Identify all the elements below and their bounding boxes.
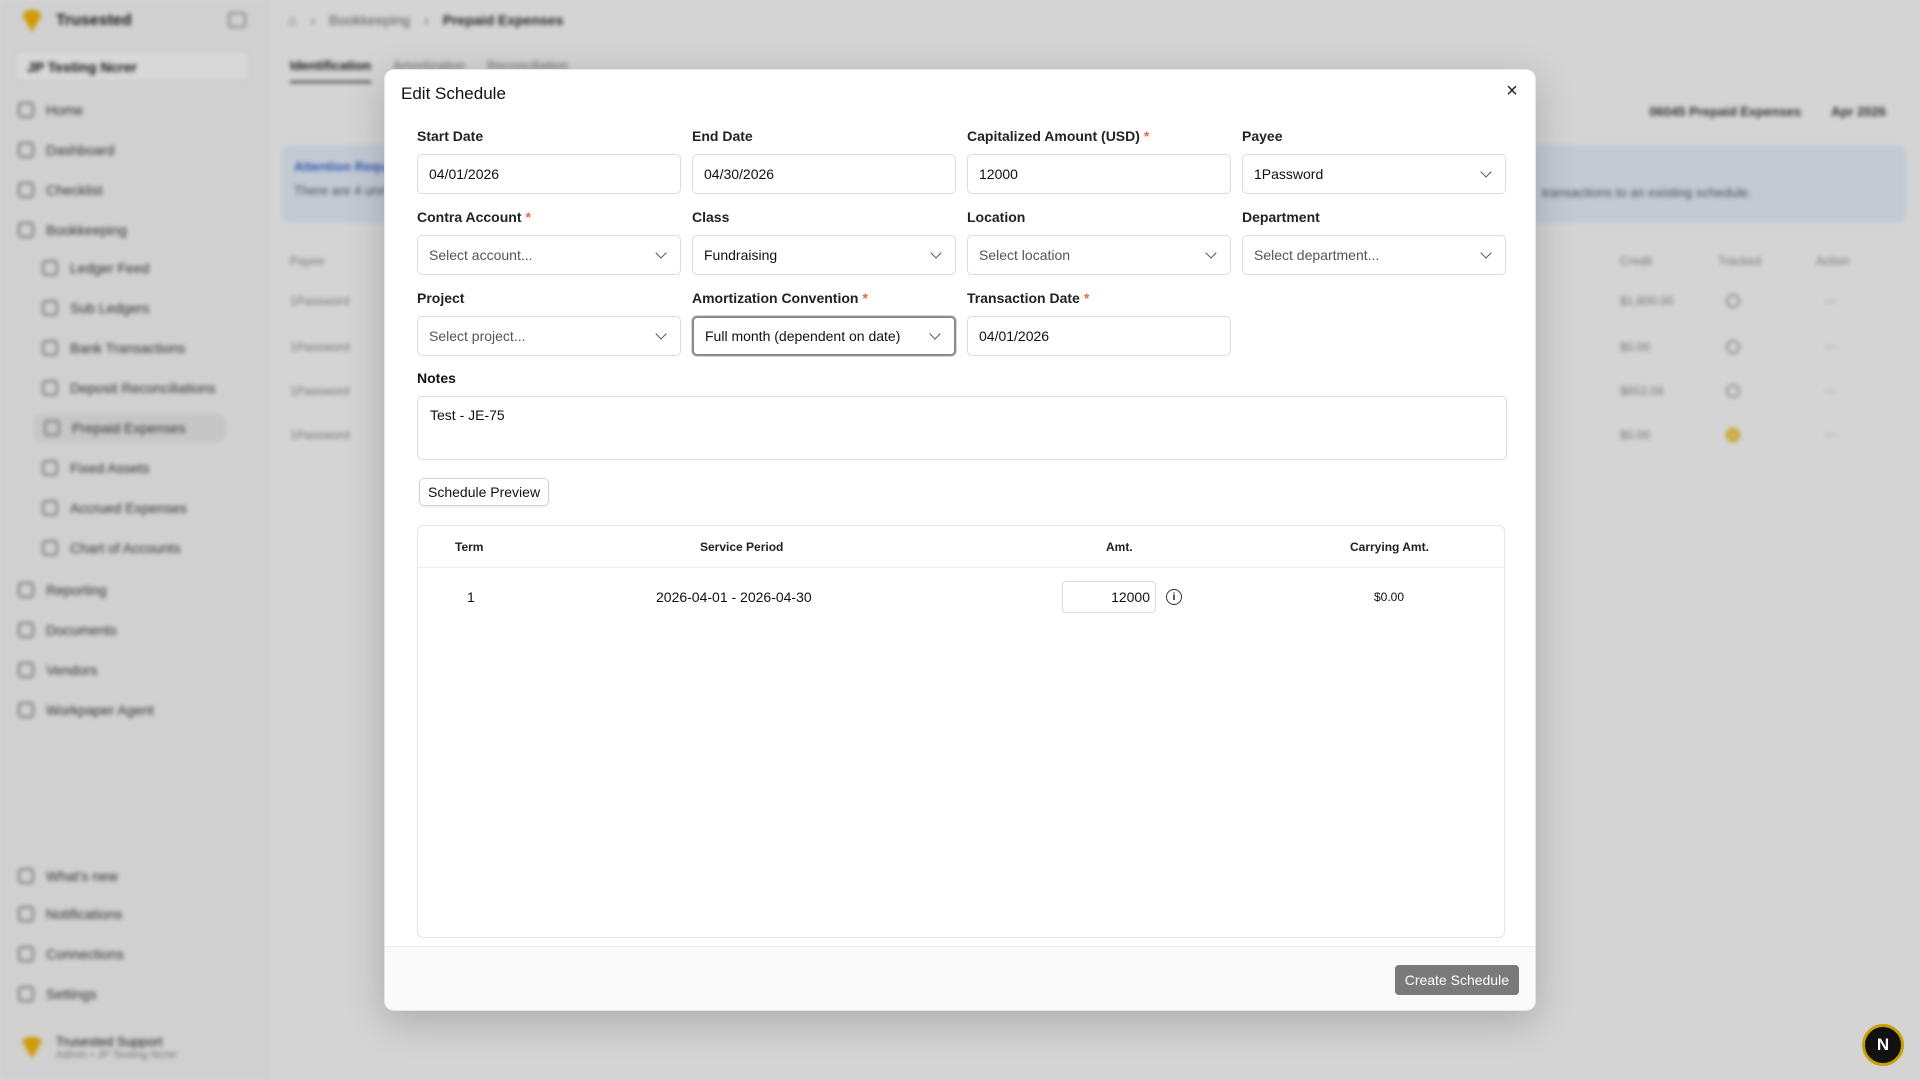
payee-select[interactable]: 1Password xyxy=(1242,154,1506,194)
department-select[interactable]: Select department... xyxy=(1242,235,1506,275)
payee-field: Payee 1Password xyxy=(1242,128,1506,194)
schedule-preview-button[interactable]: Schedule Preview xyxy=(419,478,550,506)
chevron-down-icon xyxy=(1480,166,1492,178)
notes-textarea[interactable]: Test - JE-75 xyxy=(417,396,1507,460)
chevron-down-icon xyxy=(1480,247,1492,259)
required-marker: * xyxy=(525,209,531,225)
department-label: Department xyxy=(1242,209,1320,225)
service-period-cell: 2026-04-01 - 2026-04-30 xyxy=(656,589,812,605)
create-schedule-button[interactable]: Create Schedule xyxy=(1394,965,1519,995)
notes-field: Notes Test - JE-75 xyxy=(417,370,1507,460)
required-marker: * xyxy=(1083,290,1090,306)
required-marker: * xyxy=(1143,128,1150,144)
contra-account-field: Contra Account * Select account... xyxy=(417,209,681,275)
table-row: 1 2026-04-01 - 2026-04-30 12000 i $0.00 xyxy=(418,568,1504,626)
project-label: Project xyxy=(417,290,465,306)
capitalized-amount-input[interactable]: 12000 xyxy=(967,154,1231,194)
class-select[interactable]: Fundraising xyxy=(692,235,956,275)
term-cell: 1 xyxy=(467,589,475,605)
info-icon[interactable]: i xyxy=(1166,589,1182,605)
edit-schedule-dialog: Edit Schedule × Start Date 04/01/2026 En… xyxy=(384,69,1536,1011)
carrying-amount-cell: $0.00 xyxy=(1374,590,1405,604)
column-amount: Amt. xyxy=(1106,540,1133,554)
close-icon[interactable]: × xyxy=(1501,80,1523,102)
contra-account-label: Contra Account * xyxy=(417,209,531,225)
project-select[interactable]: Select project... xyxy=(417,316,681,356)
department-field: Department Select department... xyxy=(1242,209,1506,275)
chevron-down-icon xyxy=(655,328,667,340)
location-select[interactable]: Select location xyxy=(967,235,1231,275)
end-date-field: End Date 04/30/2026 xyxy=(692,128,956,194)
project-field: Project Select project... xyxy=(417,290,681,356)
amortization-convention-field: Amortization Convention * Full month (dep… xyxy=(692,290,956,356)
schedule-preview-table: Term Service Period Amt. Carrying Amt. 1… xyxy=(417,525,1505,938)
contra-account-select[interactable]: Select account... xyxy=(417,235,681,275)
transaction-date-label: Transaction Date * xyxy=(967,290,1090,306)
column-service-period: Service Period xyxy=(700,540,784,554)
location-field: Location Select location xyxy=(967,209,1231,275)
dialog-title: Edit Schedule xyxy=(401,84,506,103)
amortization-convention-label: Amortization Convention * xyxy=(692,290,868,306)
capitalized-amount-label: Capitalized Amount (USD) * xyxy=(967,128,1150,144)
column-carrying-amount: Carrying Amt. xyxy=(1350,540,1429,554)
start-date-input[interactable]: 04/01/2026 xyxy=(417,154,681,194)
table-header: Term Service Period Amt. Carrying Amt. xyxy=(418,526,1504,568)
assistant-button[interactable]: N xyxy=(1862,1024,1904,1066)
capitalized-amount-field: Capitalized Amount (USD) * 12000 xyxy=(967,128,1231,194)
required-marker: * xyxy=(862,290,868,306)
end-date-label: End Date xyxy=(692,128,753,144)
chevron-down-icon xyxy=(930,247,942,259)
column-term: Term xyxy=(455,540,484,554)
transaction-date-field: Transaction Date * 04/01/2026 xyxy=(967,290,1231,356)
end-date-input[interactable]: 04/30/2026 xyxy=(692,154,956,194)
amount-cell: 12000 i xyxy=(1062,568,1182,626)
start-date-label: Start Date xyxy=(417,128,484,144)
payee-label: Payee xyxy=(1242,128,1283,144)
class-label: Class xyxy=(692,209,730,225)
class-field: Class Fundraising xyxy=(692,209,956,275)
amortization-convention-select[interactable]: Full month (dependent on date) xyxy=(692,316,956,356)
dialog-footer: Create Schedule xyxy=(385,946,1535,1010)
transaction-date-input[interactable]: 04/01/2026 xyxy=(967,316,1231,356)
chevron-down-icon xyxy=(655,247,667,259)
chevron-down-icon xyxy=(929,328,941,340)
location-label: Location xyxy=(967,209,1026,225)
chevron-down-icon xyxy=(1205,247,1217,259)
amount-input[interactable]: 12000 xyxy=(1062,581,1156,613)
notes-label: Notes xyxy=(417,370,456,386)
start-date-field: Start Date 04/01/2026 xyxy=(417,128,681,194)
